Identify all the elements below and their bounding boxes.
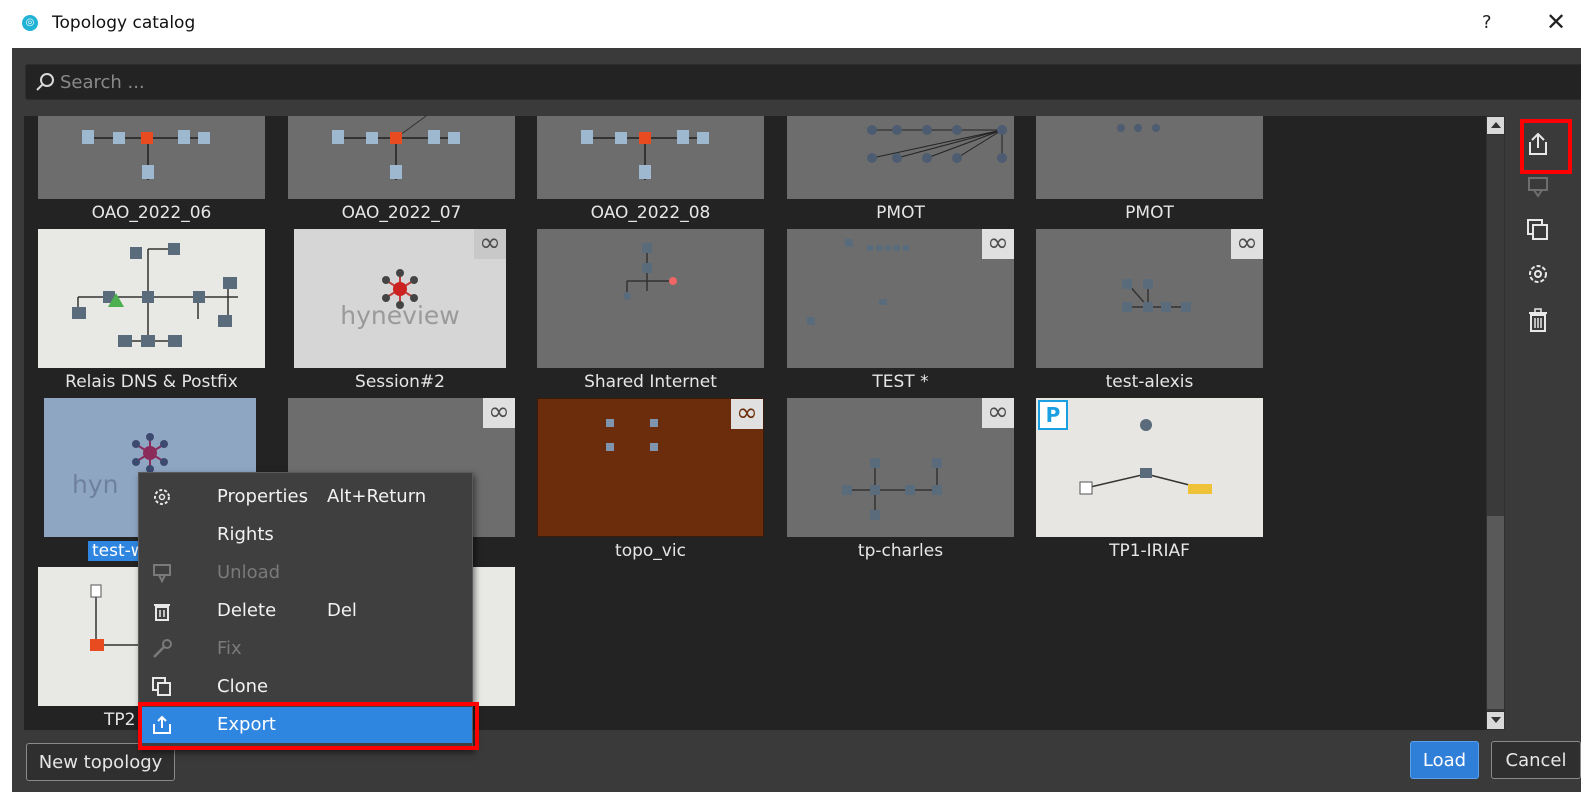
topology-tile[interactable]: ∞ tp-charles (787, 398, 1014, 568)
topology-tile[interactable]: Relais DNS & Postfix (38, 229, 265, 399)
help-button[interactable]: ? (1482, 12, 1492, 33)
topology-name: Session#2 (355, 372, 445, 392)
topology-name: test-alexis (1105, 372, 1194, 392)
topology-thumbnail (537, 229, 764, 368)
hyneview-logo-text: hyn (72, 470, 119, 499)
gear-icon[interactable] (1520, 256, 1556, 292)
topology-thumbnail: ∞ (787, 398, 1014, 537)
network-diagram-icon (581, 130, 709, 180)
topology-name: TP1-IRIAF (1109, 541, 1190, 561)
clone-icon[interactable] (1520, 212, 1556, 248)
topology-name: OAO_2022_07 (341, 203, 462, 223)
network-diagram-icon (332, 116, 460, 180)
topology-thumbnail (38, 229, 265, 368)
topology-name: Relais DNS & Postfix (65, 372, 238, 392)
scroll-thumb[interactable] (1487, 516, 1504, 709)
topology-name: topo_vic (615, 541, 686, 561)
topology-thumbnail (38, 116, 265, 199)
gear-icon (154, 489, 170, 505)
export-menu-highlight-box (138, 702, 479, 750)
menu-item-rights[interactable]: Rights (139, 517, 472, 553)
topology-name: PMOT (1125, 203, 1174, 223)
topology-thumbnail: ∞ (1036, 229, 1263, 368)
published-badge-icon: P (1038, 400, 1068, 430)
hyneview-logo-text: hyneview (340, 301, 460, 330)
topology-thumbnail (1036, 116, 1263, 199)
search-icon (36, 73, 54, 91)
menu-item-label: Delete (217, 600, 277, 621)
topology-tile[interactable]: hyneview ∞ Session#2 (294, 229, 506, 399)
menu-item-label: Fix (217, 638, 242, 659)
wrench-icon (153, 639, 172, 658)
topology-tile[interactable]: ∞ test-alexis (1036, 229, 1263, 399)
menu-item-clone[interactable]: Clone (139, 669, 472, 705)
window-title: Topology catalog (52, 13, 196, 33)
topology-tile[interactable]: Shared Internet (537, 229, 764, 399)
topology-thumbnail (537, 116, 764, 199)
topology-name: PMOT (876, 203, 925, 223)
menu-item-label: Rights (217, 524, 274, 545)
app-logo-icon: ◎ (22, 15, 38, 31)
load-button[interactable]: Load (1410, 741, 1479, 779)
menu-item-properties[interactable]: Properties Alt+Return (139, 479, 472, 515)
scroll-up-button[interactable] (1487, 117, 1504, 134)
network-diagram-icon (1117, 124, 1160, 132)
topology-name: Shared Internet (584, 372, 717, 392)
menu-item-shortcut: Del (327, 600, 357, 621)
menu-item-fix[interactable]: Fix (139, 631, 472, 667)
menu-item-label: Properties (217, 486, 308, 507)
infinity-badge-icon: ∞ (731, 399, 763, 429)
title-bar: ◎ Topology catalog ? ✕ (0, 0, 1581, 48)
network-diagram-icon (623, 243, 677, 300)
menu-item-shortcut: Alt+Return (327, 486, 427, 507)
infinity-badge-icon: ∞ (483, 398, 515, 428)
infinity-badge-icon: ∞ (982, 398, 1014, 428)
search-input[interactable] (60, 65, 1560, 99)
topology-name: OAO_2022_06 (91, 203, 212, 223)
clone-icon (152, 677, 171, 696)
close-button[interactable]: ✕ (1546, 8, 1566, 36)
topology-thumbnail (787, 116, 1014, 199)
infinity-badge-icon: ∞ (982, 229, 1014, 259)
infinity-badge-icon: ∞ (474, 229, 506, 259)
cancel-button[interactable]: Cancel (1491, 741, 1581, 779)
topology-tile[interactable]: ∞ TEST * (787, 229, 1014, 399)
topology-tile[interactable]: ∞ topo_vic (537, 398, 764, 568)
catalog-scrollbar[interactable] (1486, 116, 1505, 730)
export-highlight-box (1520, 119, 1572, 174)
network-diagram-icon (867, 125, 1007, 163)
trash-icon (154, 604, 170, 621)
menu-item-label: Clone (217, 676, 269, 697)
scroll-down-button[interactable] (1487, 712, 1504, 729)
topology-name: OAO_2022_08 (590, 203, 711, 223)
menu-item-delete[interactable]: Delete Del (139, 593, 472, 629)
topology-thumbnail: hyneview ∞ (294, 229, 506, 368)
infinity-badge-icon: ∞ (1231, 229, 1263, 259)
topology-thumbnail: ∞ (537, 398, 764, 537)
unload-icon (153, 564, 171, 584)
network-diagram-icon (82, 130, 210, 180)
network-diagram-icon (72, 243, 238, 347)
search-bar (25, 64, 1581, 100)
topology-name: TEST * (872, 372, 929, 392)
trash-icon[interactable] (1520, 302, 1556, 338)
topology-thumbnail: P (1036, 398, 1263, 537)
network-diagram-icon (807, 239, 909, 325)
network-diagram-icon (842, 458, 942, 520)
topology-tile[interactable]: P TP1-IRIAF (1036, 398, 1263, 568)
menu-item-unload[interactable]: Unload (139, 555, 472, 591)
topology-thumbnail: ∞ (787, 229, 1014, 368)
network-diagram-icon (1122, 279, 1191, 312)
topology-name: tp-charles (857, 541, 944, 561)
topology-thumbnail (288, 116, 515, 199)
network-diagram-icon (1079, 419, 1212, 495)
menu-item-label: Unload (217, 562, 281, 583)
